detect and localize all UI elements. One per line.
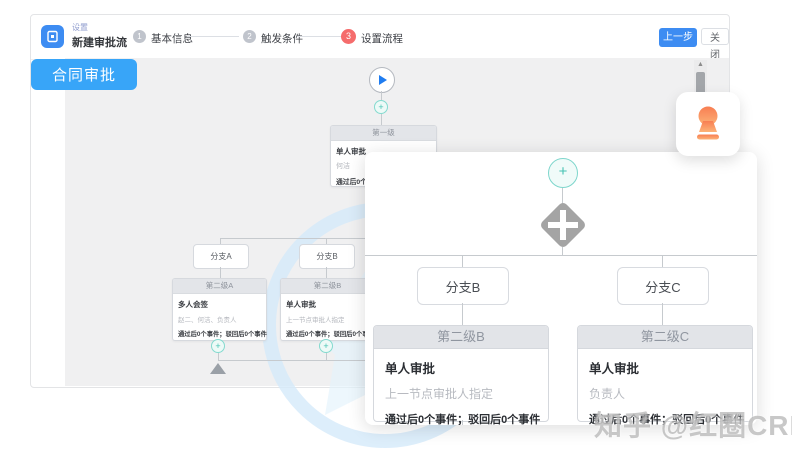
step-2-circle[interactable]: 2 [243, 30, 256, 43]
branch-b-label: 分支B [446, 277, 481, 296]
step-3-label: 设置流程 [361, 31, 403, 46]
node-approval-type: 单人审批 [589, 358, 741, 377]
step-1-circle[interactable]: 1 [133, 30, 146, 43]
stamp-icon [690, 105, 726, 143]
step-connector [297, 36, 343, 37]
header-subtitle: 设置 [72, 22, 88, 33]
step-connector [187, 36, 239, 37]
window-header: 设置 新建审批流 1 基本信息 2 触发条件 3 设置流程 上一步 关闭 [31, 15, 729, 60]
zoom-detail-panel: + 分支B 分支C 第二级B 单人审批 上一节点审批人指定 通过后0个事件；驳回… [365, 152, 757, 425]
node-assignee: 上一节点审批人指定 [385, 385, 537, 402]
branch-b-node[interactable]: 分支B [417, 267, 509, 305]
step-3-circle[interactable]: 3 [341, 29, 356, 44]
connector-line [462, 420, 463, 425]
step-1-label: 基本信息 [151, 31, 193, 46]
connector-line [662, 255, 663, 267]
connector-line [462, 303, 463, 325]
node-card-level2b[interactable]: 第二级B 单人审批 上一节点审批人指定 通过后0个事件；驳回后0个事件 [373, 325, 549, 422]
add-node-icon[interactable]: + [548, 158, 578, 188]
flow-name-label: 合同审批 [31, 59, 137, 90]
branch-c-label: 分支C [645, 277, 680, 296]
scroll-up-icon[interactable]: ▲ [694, 61, 707, 68]
node-approval-type: 单人审批 [385, 358, 537, 377]
connector-line [462, 255, 463, 267]
close-button[interactable]: 关闭 [701, 28, 729, 45]
node-events: 通过后0个事件；驳回后0个事件 [385, 411, 537, 425]
step-2-label: 触发条件 [261, 31, 303, 46]
gateway-plus-icon [560, 210, 566, 240]
connector-line [562, 247, 563, 255]
watermark-text: 知乎 @红圈CRM [594, 404, 792, 444]
branch-c-node[interactable]: 分支C [617, 267, 709, 305]
branch-split-line [365, 255, 757, 256]
clipboard-icon [41, 25, 64, 48]
node-card-title: 第二级C [578, 326, 752, 349]
connector-line [662, 303, 663, 325]
page-title: 新建审批流 [72, 34, 127, 50]
node-card-title: 第二级B [374, 326, 548, 349]
stamp-card[interactable] [676, 92, 740, 156]
node-assignee: 负责人 [589, 385, 741, 402]
prev-step-button[interactable]: 上一步 [659, 28, 697, 47]
